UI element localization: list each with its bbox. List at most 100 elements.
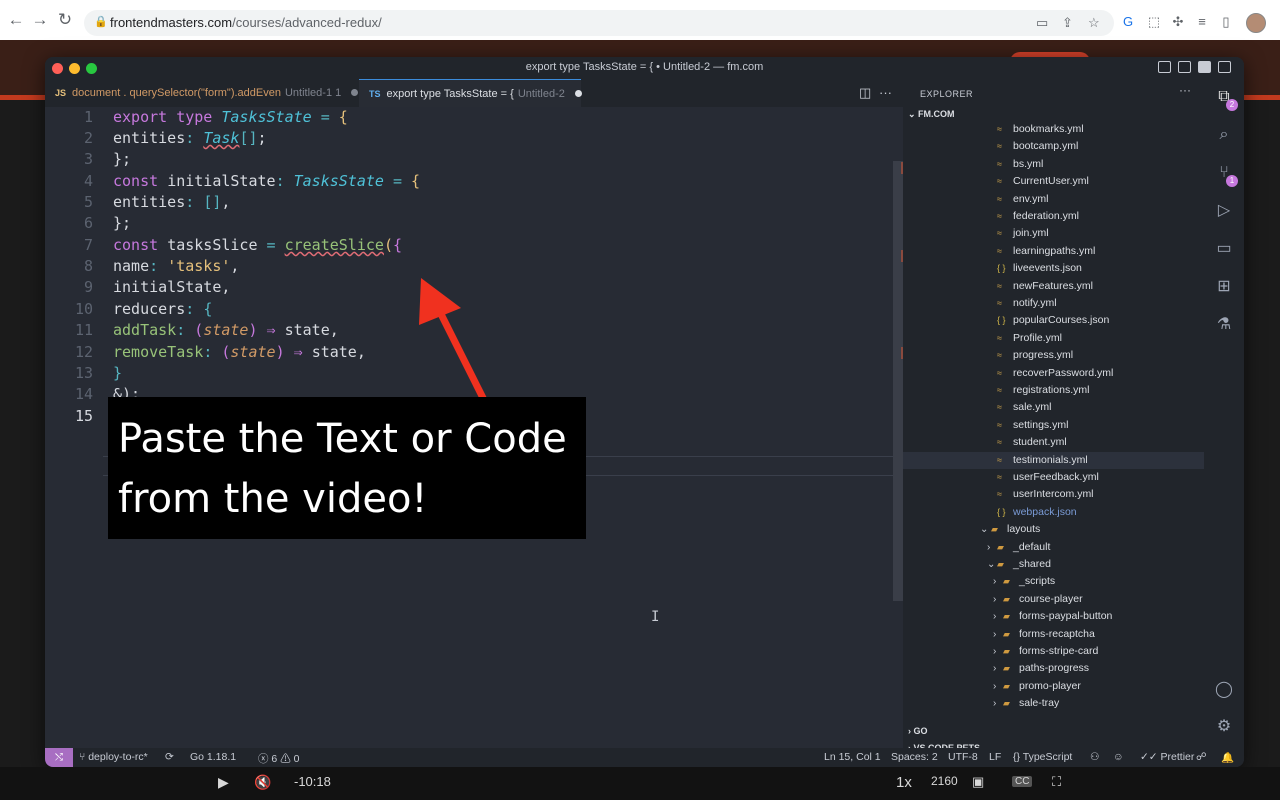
editor-scrollbar[interactable] [893, 161, 903, 601]
file-item[interactable]: { } liveevents.json [903, 260, 1204, 277]
folder-item[interactable]: › ▰ paths-progress [903, 660, 1204, 677]
live-share-icon[interactable]: ☺ [1113, 751, 1124, 763]
side-panel-icon[interactable]: ▯ [1218, 14, 1234, 30]
prettier-status[interactable]: ✓✓ Prettier [1140, 751, 1194, 763]
file-item[interactable]: ≈ student.yml [903, 434, 1204, 451]
folder-shared[interactable]: ⌄ ▰ _shared [903, 556, 1204, 573]
folder-item[interactable]: › ▰ forms-stripe-card [903, 643, 1204, 660]
captions-icon[interactable]: CC [1012, 776, 1033, 787]
file-item[interactable]: ≈ federation.yml [903, 208, 1204, 225]
copilot-icon[interactable]: ⚇ [1090, 751, 1099, 763]
chevron-down-icon: ⌄ [980, 524, 989, 536]
video-quality[interactable]: 2160 [931, 774, 958, 788]
tab-untitled-2[interactable]: TS export type TasksState = {Untitled-2 [359, 79, 582, 107]
remote-explorer-icon[interactable]: ▭ [1214, 239, 1234, 259]
tree-item-label: _default [1013, 540, 1051, 553]
file-item[interactable]: ≈ env.yml [903, 191, 1204, 208]
folder-item[interactable]: › ▰ _scripts [903, 573, 1204, 590]
file-item[interactable]: ≈ join.yml [903, 225, 1204, 242]
reload-icon[interactable]: ↻ [55, 10, 75, 30]
split-editor-icon[interactable]: ◫ [859, 85, 871, 101]
file-item[interactable]: ≈ registrations.yml [903, 382, 1204, 399]
manage-gear-icon[interactable]: ⚙ [1214, 717, 1234, 737]
encoding[interactable]: UTF-8 [948, 751, 978, 763]
file-item[interactable]: ≈ newFeatures.yml [903, 278, 1204, 295]
feedback-icon[interactable]: ☍ [1196, 751, 1207, 763]
extensions-icon[interactable]: ⊞ [1214, 277, 1234, 297]
chevron-right-icon: › [993, 628, 997, 640]
file-item[interactable]: ≈ bootcamp.yml [903, 138, 1204, 155]
back-arrow-icon[interactable]: ← [6, 10, 26, 30]
file-item[interactable]: ≈ testimonials.yml [903, 451, 1204, 469]
line-number: 14 [74, 385, 93, 403]
extension-g-icon[interactable]: G [1120, 14, 1136, 30]
folder-item[interactable]: › ▰ forms-paypal-button [903, 608, 1204, 625]
playback-speed[interactable]: 1x [896, 774, 912, 791]
explorer-more-icon[interactable]: ··· [1179, 83, 1191, 97]
file-item[interactable]: ≈ bs.yml [903, 156, 1204, 173]
line-number: 2 [83, 129, 93, 147]
file-item[interactable]: ≈ CurrentUser.yml [903, 173, 1204, 190]
folder-icon: ▰ [1003, 576, 1010, 587]
line-number: 15 [74, 407, 93, 425]
file-item[interactable]: { } webpack.json [903, 504, 1204, 521]
tab-untitled-1[interactable]: JS document . querySelector("form").addEv… [45, 79, 359, 107]
folder-item[interactable]: › ▰ promo-player [903, 678, 1204, 695]
section-go[interactable]: › GO [908, 726, 928, 736]
end-of-line[interactable]: LF [989, 751, 1001, 763]
mute-speaker-icon[interactable]: 🔇 [254, 774, 271, 791]
unsaved-dot-icon[interactable] [351, 89, 359, 96]
file-item[interactable]: ≈ userIntercom.yml [903, 486, 1204, 503]
run-debug-icon[interactable]: ▷ [1214, 201, 1234, 221]
cursor-position[interactable]: Ln 15, Col 1 [824, 751, 881, 763]
file-item[interactable]: ≈ progress.yml [903, 347, 1204, 364]
toggle-primary-sidebar-icon[interactable] [1158, 61, 1171, 73]
address-bar[interactable]: 🔒 frontendmasters.com/courses/advanced-r… [84, 10, 1114, 36]
go-version[interactable]: Go 1.18.1 [190, 751, 236, 763]
notifications-bell-icon[interactable]: 🔔 [1221, 751, 1234, 764]
play-icon[interactable]: ▶ [218, 774, 229, 791]
file-item[interactable]: ≈ bookmarks.yml [903, 121, 1204, 138]
customize-layout-icon[interactable] [1218, 61, 1231, 73]
file-item[interactable]: ≈ sale.yml [903, 399, 1204, 416]
extension-cursor-icon[interactable]: ⬚ [1146, 14, 1162, 30]
file-item[interactable]: { } popularCourses.json [903, 312, 1204, 329]
language-mode[interactable]: {} TypeScript [1013, 751, 1072, 763]
profile-avatar[interactable] [1246, 13, 1266, 33]
forward-arrow-icon[interactable]: → [30, 10, 50, 30]
reading-list-icon[interactable]: ≡ [1194, 14, 1210, 30]
folder-default[interactable]: › ▰ _default [903, 539, 1204, 556]
file-item[interactable]: ≈ learningpaths.yml [903, 243, 1204, 260]
indentation[interactable]: Spaces: 2 [891, 751, 938, 763]
url-text[interactable]: frontendmasters.com/courses/advanced-red… [110, 15, 382, 30]
picture-in-picture-icon[interactable]: ▣ [972, 774, 984, 790]
file-item[interactable]: ≈ notify.yml [903, 295, 1204, 312]
folder-layouts[interactable]: ⌄ ▰ layouts [903, 521, 1204, 538]
folder-item[interactable]: › ▰ sale-tray [903, 695, 1204, 712]
tree-item-label: testimonials.yml [1013, 453, 1088, 466]
account-icon[interactable]: ◯ [1214, 680, 1234, 700]
extensions-puzzle-icon[interactable]: ✣ [1170, 14, 1186, 30]
file-item[interactable]: ≈ recoverPassword.yml [903, 365, 1204, 382]
remote-indicator-icon[interactable]: ⤭ [45, 748, 73, 767]
share-icon[interactable]: ⇪ [1062, 15, 1073, 31]
file-item[interactable]: ≈ userFeedback.yml [903, 469, 1204, 486]
toggle-panel-icon[interactable] [1178, 61, 1191, 73]
sync-icon[interactable]: ⟳ [165, 751, 174, 763]
more-actions-icon[interactable]: ··· [879, 85, 892, 100]
save-page-icon[interactable]: ▭ [1036, 15, 1048, 31]
bookmark-star-icon[interactable]: ☆ [1088, 15, 1100, 31]
workspace-root[interactable]: ⌄ FM.COM [908, 109, 955, 120]
search-icon[interactable]: ⌕ [1214, 125, 1234, 145]
unsaved-dot-icon[interactable] [574, 90, 582, 97]
branch-status[interactable]: ⑂ deploy-to-rc* [79, 751, 148, 763]
fullscreen-icon[interactable]: ⛶ [1052, 774, 1061, 790]
problems-status[interactable]: ⓧ 6 ⚠ 0 [258, 751, 299, 766]
file-item[interactable]: ≈ Profile.yml [903, 330, 1204, 347]
folder-item[interactable]: › ▰ forms-recaptcha [903, 626, 1204, 643]
file-item[interactable]: ≈ settings.yml [903, 417, 1204, 434]
testing-flask-icon[interactable]: ⚗ [1214, 315, 1234, 335]
folder-item[interactable]: › ▰ course-player [903, 591, 1204, 608]
toggle-secondary-sidebar-icon[interactable] [1198, 61, 1211, 73]
tab-label: document . querySelector("form").addEven [72, 87, 281, 99]
